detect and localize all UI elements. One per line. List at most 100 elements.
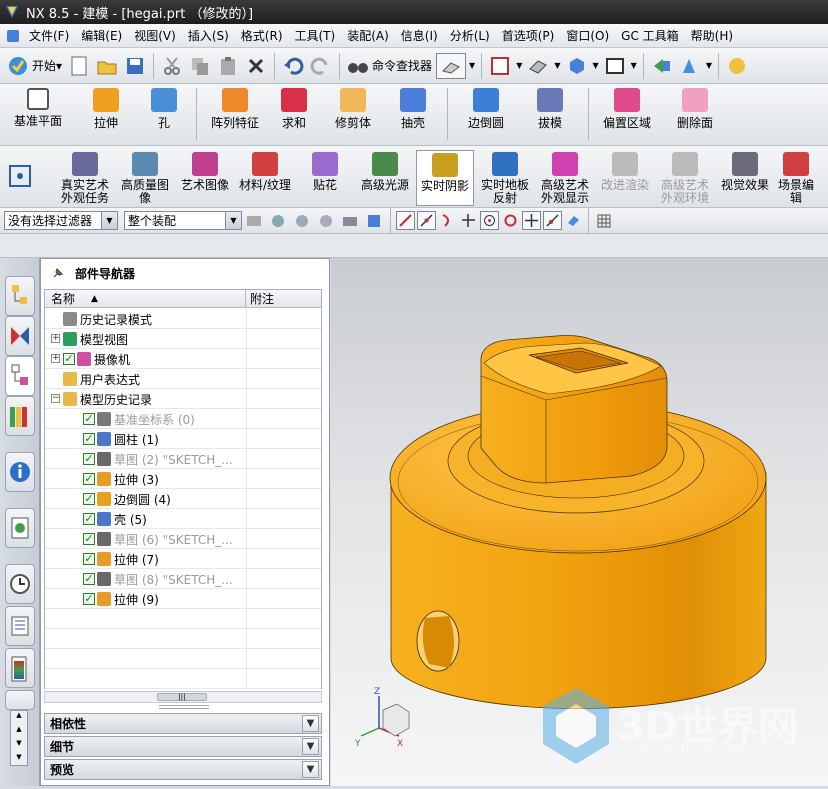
start-button[interactable]: 开始▾ (4, 52, 65, 80)
tree-row[interactable]: + 模型视图 (45, 329, 321, 349)
delete-icon[interactable] (245, 55, 267, 77)
tool-offset-region[interactable]: 偏置区域 (595, 88, 659, 130)
snap-intersection-button[interactable] (459, 211, 478, 230)
orient-view-icon[interactable] (566, 55, 588, 77)
general-selection-icon[interactable] (245, 212, 263, 230)
menu-information[interactable]: 信息(I) (395, 25, 444, 47)
tree-node[interactable]: 模型历史记录 (63, 391, 152, 407)
visibility-checkbox[interactable]: ✓ (83, 453, 95, 465)
tree-row[interactable]: − 模型历史记录 (45, 389, 321, 409)
tab-web-browser[interactable] (5, 508, 35, 548)
tree-node[interactable]: 用户表达式 (63, 371, 140, 387)
tool-realtime-shadows[interactable]: 实时阴影 (416, 150, 474, 206)
tree-row[interactable]: ✓ 圆柱 (1) (45, 429, 321, 449)
tree-node[interactable]: ✓ 壳 (5) (83, 511, 147, 527)
tree-row[interactable]: ✓ 基准坐标系 (0) (45, 409, 321, 429)
save-icon[interactable] (124, 55, 146, 77)
visibility-checkbox[interactable]: ✓ (83, 533, 95, 545)
snap-existing-point-button[interactable] (522, 211, 541, 230)
tab-hd3d-tools[interactable] (5, 452, 35, 492)
tool-unite[interactable]: 求和 (271, 88, 317, 130)
snap-on-face-button[interactable] (564, 211, 583, 230)
tree-row[interactable]: ✓ 拉伸 (7) (45, 549, 321, 569)
panel-dependencies[interactable]: 相依性 ▼ (44, 713, 322, 734)
tree-node[interactable]: ✓ 摄像机 (63, 351, 130, 367)
snap-quadrant-button[interactable] (501, 211, 520, 230)
tree-row[interactable]: ✓ 边倒圆 (4) (45, 489, 321, 509)
copy-icon[interactable] (189, 55, 211, 77)
scroll-up-icon[interactable]: ▲ (11, 725, 27, 739)
tree-row[interactable]: ✓ 拉伸 (3) (45, 469, 321, 489)
app-menu-icon[interactable] (6, 29, 20, 43)
tree-row[interactable]: ✓ 壳 (5) (45, 509, 321, 529)
scroll-top-icon[interactable]: ▲ (11, 711, 27, 725)
visibility-checkbox[interactable]: ✓ (83, 433, 95, 445)
scroll-thumb[interactable]: ||| (157, 693, 207, 701)
command-finder-button[interactable]: 命令查找器 (344, 52, 435, 80)
redo-icon[interactable] (310, 55, 332, 77)
snap-midpoint-button[interactable] (417, 211, 436, 230)
snap-center-button[interactable] (480, 211, 499, 230)
tree-node[interactable]: ✓ 基准坐标系 (0) (83, 411, 195, 427)
toolbar-grip-icon[interactable] (6, 162, 36, 192)
select-assembly-icon[interactable] (293, 212, 311, 230)
visibility-checkbox[interactable]: ✓ (83, 573, 95, 585)
render-style-icon[interactable] (527, 55, 549, 77)
menu-format[interactable]: 格式(R) (235, 25, 289, 47)
snap-endpoint-button[interactable] (396, 211, 415, 230)
menu-assemblies[interactable]: 装配(A) (341, 25, 395, 47)
tool-pattern-feature[interactable]: 阵列特征 (203, 88, 267, 130)
panel-details[interactable]: 细节 ▼ (44, 736, 322, 757)
menu-analysis[interactable]: 分析(L) (444, 25, 496, 47)
show-hide-button[interactable] (436, 52, 467, 79)
menu-help[interactable]: 帮助(H) (685, 25, 739, 47)
tree-row[interactable]: ✓ 草图 (6) "SKETCH_... (45, 529, 321, 549)
tree-node[interactable]: ✓ 草图 (6) "SKETCH_... (83, 531, 233, 547)
menu-file[interactable]: 文件(F) (23, 25, 75, 47)
tree-row[interactable]: ✓ 拉伸 (9) (45, 589, 321, 609)
chevron-down-icon[interactable]: ▼ (302, 715, 319, 732)
tool-true-studio[interactable]: 真实艺术外观任务 (56, 150, 114, 206)
expand-icon[interactable]: + (51, 354, 60, 363)
undo-icon[interactable] (282, 55, 304, 77)
visibility-checkbox[interactable]: ✓ (83, 513, 95, 525)
tool-artistic-image[interactable]: 艺术图像 (176, 150, 234, 206)
tree-node[interactable]: ✓ 拉伸 (3) (83, 471, 159, 487)
tree-node[interactable]: ✓ 草图 (2) "SKETCH_... (83, 451, 233, 467)
chevron-down-icon[interactable]: ▼ (302, 761, 319, 778)
tree-row[interactable]: ✓ 草图 (8) "SKETCH_... (45, 569, 321, 589)
expand-icon[interactable]: + (51, 334, 60, 343)
body-select-icon[interactable] (341, 212, 359, 230)
tab-more[interactable] (5, 690, 35, 710)
menu-window[interactable]: 窗口(O) (560, 25, 615, 47)
grid-toggle-icon[interactable] (596, 213, 612, 229)
tree-node[interactable]: ✓ 拉伸 (9) (83, 591, 159, 607)
tab-constraint-navigator[interactable] (5, 316, 35, 356)
work-layer-icon[interactable] (651, 55, 673, 77)
tool-extrude[interactable]: 拉伸 (74, 88, 138, 130)
tab-reuse-library[interactable] (5, 396, 35, 436)
tool-improve-render[interactable]: 改进渲染 (596, 150, 654, 206)
visibility-checkbox[interactable]: ✓ (83, 473, 95, 485)
tab-part-navigator[interactable] (5, 356, 35, 396)
menu-gc-toolkit[interactable]: GC 工具箱 (615, 25, 685, 47)
dropdown-arrow-icon[interactable]: ▼ (706, 61, 712, 70)
menu-insert[interactable]: 插入(S) (182, 25, 235, 47)
background-icon[interactable] (604, 55, 626, 77)
tab-roles[interactable] (5, 648, 35, 688)
tool-decal[interactable]: 贴花 (296, 150, 354, 206)
collapse-icon[interactable]: − (51, 394, 60, 403)
tree-node[interactable]: ✓ 圆柱 (1) (83, 431, 159, 447)
tool-shell[interactable]: 抽壳 (389, 88, 437, 130)
menu-edit[interactable]: 编辑(E) (75, 25, 128, 47)
paste-icon[interactable] (217, 55, 239, 77)
tree-row[interactable]: ✓ 草图 (2) "SKETCH_... (45, 449, 321, 469)
tree-horizontal-scrollbar[interactable]: ||| (44, 691, 322, 703)
tab-history[interactable] (5, 564, 35, 604)
tool-hole[interactable]: 孔 (142, 88, 186, 130)
snap-on-curve-button[interactable] (543, 211, 562, 230)
splitter-grip[interactable] (159, 705, 209, 709)
dropdown-arrow-icon[interactable]: ▼ (593, 61, 599, 70)
move-object-icon[interactable] (679, 55, 701, 77)
tree-node[interactable]: 模型视图 (63, 331, 128, 347)
